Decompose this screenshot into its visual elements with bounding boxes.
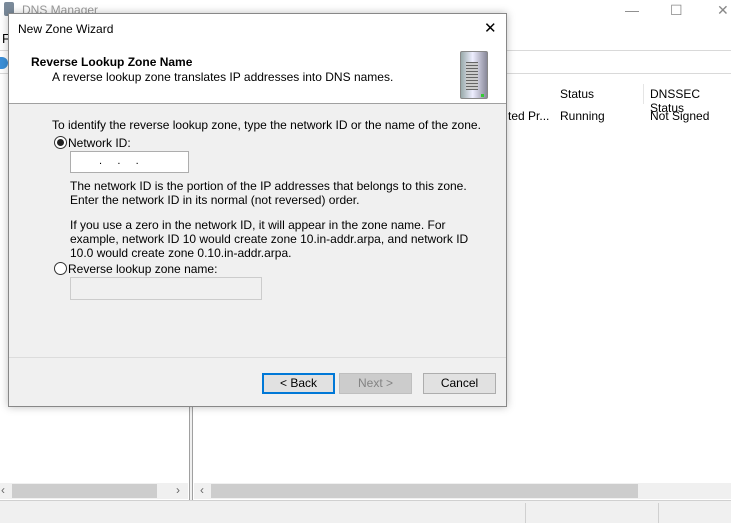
column-divider [643, 84, 644, 104]
wizard-header: Reverse Lookup Zone Name A reverse looku… [9, 45, 506, 104]
zone-name-label[interactable]: Reverse lookup zone name: [68, 262, 217, 276]
column-header-status[interactable]: Status [560, 87, 594, 101]
back-button[interactable]: < Back [262, 373, 335, 394]
cancel-button[interactable]: Cancel [423, 373, 496, 394]
next-button[interactable]: Next > [339, 373, 412, 394]
status-bar [0, 500, 731, 523]
header-title: Reverse Lookup Zone Name [31, 55, 193, 69]
zone-name-input[interactable] [70, 277, 262, 300]
network-id-label[interactable]: Network ID: [68, 136, 131, 150]
help-text-2: If you use a zero in the network ID, it … [70, 218, 469, 260]
new-zone-wizard-dialog: New Zone Wizard ✕ Reverse Lookup Zone Na… [8, 13, 507, 407]
cell-type[interactable]: ted Pr... [508, 109, 549, 123]
scroll-left-icon[interactable]: ‹ [1, 483, 5, 497]
scroll-right-icon[interactable]: › [176, 483, 180, 497]
server-icon [460, 51, 488, 99]
footer-divider [9, 357, 506, 358]
header-subtitle: A reverse lookup zone translates IP addr… [52, 70, 394, 84]
back-arrow-icon[interactable] [0, 57, 8, 69]
maximize-button[interactable]: ☐ [670, 2, 683, 19]
network-id-radio[interactable] [54, 136, 67, 149]
close-icon[interactable]: ✕ [484, 19, 497, 37]
scroll-left-icon[interactable]: ‹ [200, 483, 204, 497]
cell-dnssec[interactable]: Not Signed [650, 109, 709, 123]
dialog-titlebar: New Zone Wizard ✕ [9, 14, 506, 45]
zone-name-radio[interactable] [54, 262, 67, 275]
left-scroll-thumb[interactable] [12, 484, 157, 498]
cell-status[interactable]: Running [560, 109, 605, 123]
instruction-text: To identify the reverse lookup zone, typ… [52, 118, 481, 132]
network-id-input[interactable]: . . . [70, 151, 189, 173]
right-scroll-thumb[interactable] [211, 484, 638, 498]
close-window-button[interactable]: ✕ [717, 2, 729, 19]
minimize-button[interactable]: — [625, 2, 639, 18]
dialog-title: New Zone Wizard [18, 22, 114, 36]
help-text-1: The network ID is the portion of the IP … [70, 179, 467, 207]
